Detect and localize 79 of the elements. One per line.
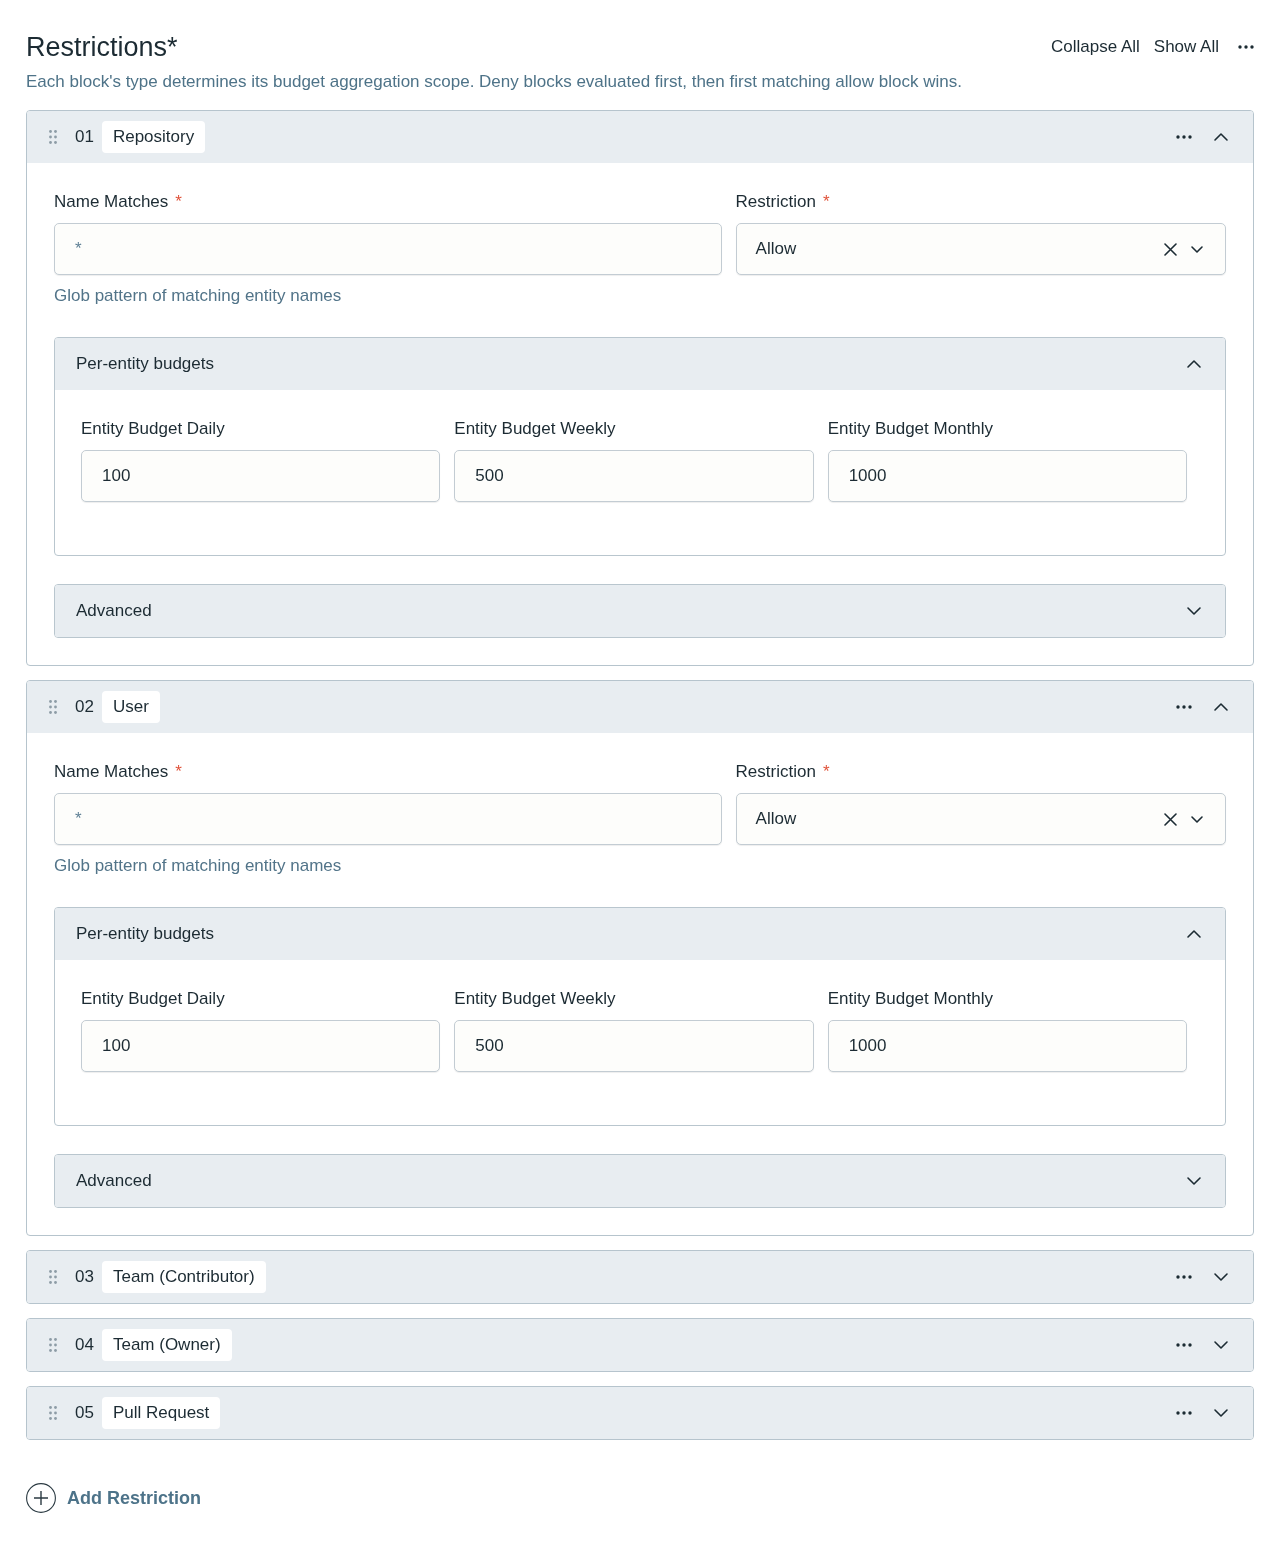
field-label: Name Matches bbox=[54, 762, 169, 782]
more-icon[interactable] bbox=[1176, 135, 1192, 139]
field-label: Entity Budget Monthly bbox=[827, 989, 994, 1009]
field-label: Entity Budget Weekly bbox=[454, 419, 616, 439]
section-header[interactable]: Advanced bbox=[55, 585, 1225, 637]
chevron-down-icon[interactable] bbox=[1187, 607, 1201, 615]
chevron-down-icon[interactable] bbox=[1214, 1273, 1228, 1281]
block-number: 04 bbox=[75, 1334, 94, 1357]
restriction-select[interactable]: Allow bbox=[735, 793, 1226, 845]
restriction-block[interactable]: 05 Pull Request bbox=[26, 1386, 1254, 1440]
block-number: 01 bbox=[75, 126, 94, 149]
chevron-up-icon[interactable] bbox=[1187, 360, 1201, 368]
section-title: Per-entity budgets bbox=[76, 353, 214, 376]
drag-handle-icon[interactable] bbox=[49, 700, 57, 714]
type-tag: User bbox=[101, 691, 160, 723]
name-matches-field[interactable]: * bbox=[54, 793, 722, 845]
required-mark: * bbox=[175, 762, 182, 782]
block-header[interactable]: 01 Repository bbox=[27, 111, 1253, 163]
field-label: Restriction bbox=[735, 192, 816, 212]
type-tag: Pull Request bbox=[101, 1397, 221, 1429]
drag-handle-icon[interactable] bbox=[49, 130, 57, 144]
field-label: Entity Budget Weekly bbox=[454, 989, 616, 1009]
more-icon[interactable] bbox=[1238, 45, 1254, 49]
restriction-block[interactable]: 04 Team (Owner) bbox=[26, 1318, 1254, 1372]
chevron-down-icon[interactable] bbox=[1187, 1177, 1201, 1185]
restriction-select[interactable]: Allow bbox=[735, 223, 1226, 275]
chevron-down-icon[interactable] bbox=[1191, 245, 1203, 253]
page-title: Restrictions* bbox=[26, 31, 178, 63]
required-mark: * bbox=[822, 192, 830, 212]
field-label: Restriction bbox=[735, 762, 816, 782]
clear-icon[interactable] bbox=[1164, 812, 1177, 826]
type-tag: Team (Contributor) bbox=[101, 1261, 266, 1293]
section-header[interactable]: Per-entity budgets bbox=[55, 338, 1225, 390]
more-icon[interactable] bbox=[1176, 1275, 1192, 1279]
drag-handle-icon[interactable] bbox=[49, 1338, 57, 1352]
plus-circle-icon bbox=[26, 1483, 56, 1513]
clear-icon[interactable] bbox=[1164, 242, 1177, 256]
chevron-down-icon[interactable] bbox=[1214, 1341, 1228, 1349]
section-header[interactable]: Per-entity budgets bbox=[55, 908, 1225, 960]
chevron-up-icon[interactable] bbox=[1214, 133, 1228, 141]
header-action-button[interactable]: Collapse All bbox=[1050, 35, 1140, 59]
add-restriction-button[interactable]: Add Restriction bbox=[26, 1483, 201, 1513]
field-label: Entity Budget Monthly bbox=[827, 419, 994, 439]
block-number: 02 bbox=[75, 696, 94, 719]
field-label: Entity Budget Daily bbox=[81, 989, 225, 1009]
section-title: Per-entity budgets bbox=[76, 923, 214, 946]
required-mark: * bbox=[175, 192, 182, 212]
section-header[interactable]: Advanced bbox=[55, 1155, 1225, 1207]
section-title: Advanced bbox=[76, 1170, 152, 1193]
chevron-down-icon[interactable] bbox=[1191, 815, 1203, 823]
page-description: Each block's type determines its budget aggregation scope. Deny blocks evaluated first, then first matching allow block wins. bbox=[26, 72, 963, 92]
header-action-button[interactable]: Show All bbox=[1153, 35, 1219, 59]
block-header[interactable]: 02 User bbox=[27, 681, 1253, 733]
more-icon[interactable] bbox=[1176, 1343, 1192, 1347]
chevron-up-icon[interactable] bbox=[1187, 930, 1201, 938]
type-tag: Repository bbox=[101, 121, 206, 153]
section-title: Advanced bbox=[76, 600, 152, 623]
field-hint: Glob pattern of matching entity names bbox=[54, 286, 343, 306]
restriction-block[interactable]: 03 Team (Contributor) bbox=[26, 1250, 1254, 1304]
more-icon[interactable] bbox=[1176, 705, 1192, 709]
field-label: Name Matches bbox=[54, 192, 169, 212]
budget-field[interactable]: 100 bbox=[81, 450, 441, 502]
name-matches-field[interactable]: * bbox=[54, 223, 722, 275]
block-number: 05 bbox=[75, 1402, 94, 1425]
more-icon[interactable] bbox=[1176, 1411, 1192, 1415]
required-mark: * bbox=[822, 762, 830, 782]
field-hint: Glob pattern of matching entity names bbox=[54, 856, 343, 876]
budget-field[interactable]: 500 bbox=[454, 450, 814, 502]
chevron-down-icon[interactable] bbox=[1214, 1409, 1228, 1417]
type-tag: Team (Owner) bbox=[101, 1329, 232, 1361]
chevron-up-icon[interactable] bbox=[1214, 703, 1228, 711]
budget-field[interactable]: 1000 bbox=[827, 450, 1187, 502]
drag-handle-icon[interactable] bbox=[49, 1270, 57, 1284]
budget-field[interactable]: 100 bbox=[81, 1020, 441, 1072]
budget-field[interactable]: 1000 bbox=[827, 1020, 1187, 1072]
block-number: 03 bbox=[75, 1266, 94, 1289]
drag-handle-icon[interactable] bbox=[49, 1406, 57, 1420]
budget-field[interactable]: 500 bbox=[454, 1020, 814, 1072]
field-label: Entity Budget Daily bbox=[81, 419, 225, 439]
